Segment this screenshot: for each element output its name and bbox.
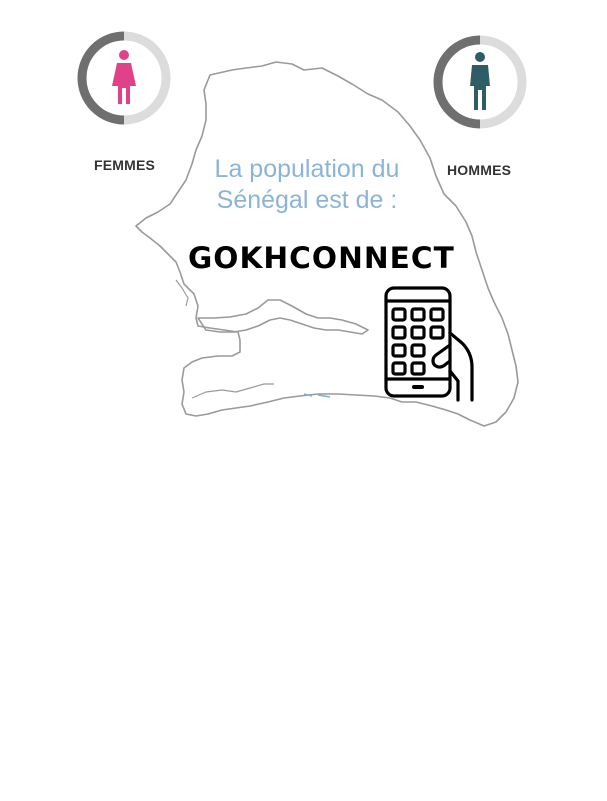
- map-coast-detail: [175, 279, 189, 307]
- smartphone-touch-icon: [384, 286, 474, 402]
- women-label: FEMMES: [94, 157, 156, 173]
- woman-icon: [112, 50, 136, 104]
- headline: La population du Sénégal est de :: [188, 154, 426, 216]
- map-gambia: [197, 299, 369, 335]
- men-label: HOMMES: [447, 162, 512, 178]
- headline-line-2: Sénégal est de :: [216, 186, 398, 214]
- men-gauge: [433, 35, 527, 129]
- map-river: [191, 383, 274, 399]
- headline-line-1: La population du: [214, 155, 400, 183]
- brand-name: GOKHCONNECT: [188, 241, 455, 275]
- man-icon: [470, 52, 490, 110]
- women-gauge: [77, 31, 171, 125]
- infographic-poster: FEMMES HOMMES La population du Sénégal e…: [0, 0, 607, 801]
